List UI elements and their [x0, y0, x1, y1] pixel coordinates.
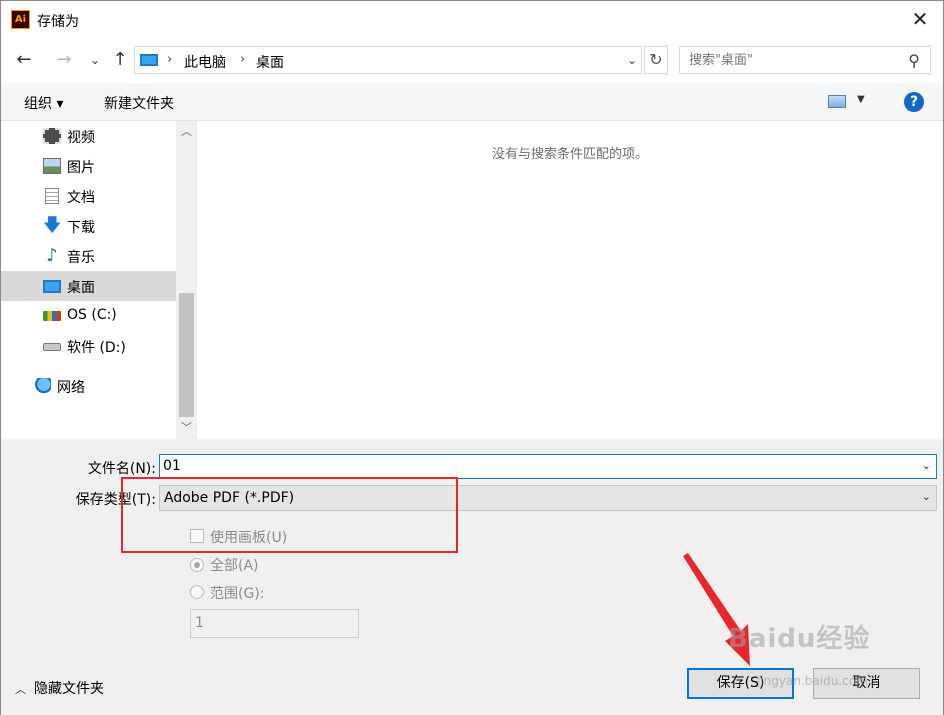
- title-bar: Ai 存储为 ✕: [1, 1, 943, 39]
- sidebar-item-documents[interactable]: 文档: [1, 181, 176, 211]
- breadcrumb-separator-icon: ›: [167, 52, 173, 67]
- drive-icon: [43, 343, 61, 351]
- forward-arrow-icon[interactable]: →: [53, 49, 75, 71]
- all-pages-label: 全部(A): [210, 558, 259, 574]
- breadcrumb-desktop[interactable]: 桌面: [256, 52, 284, 72]
- sidebar-item-downloads[interactable]: 🡇 下载: [1, 211, 176, 241]
- command-toolbar: 组织 ▾ 新建文件夹 ▼ ?: [1, 83, 943, 121]
- chevron-up-icon: ︿: [15, 683, 26, 696]
- documents-folder-icon: [45, 188, 59, 204]
- scroll-up-icon[interactable]: ︿: [176, 121, 197, 143]
- hide-folders-toggle[interactable]: ︿ 隐藏文件夹: [15, 678, 104, 698]
- sidebar-item-label: 桌面: [67, 280, 95, 296]
- sidebar-item-label: 网络: [57, 380, 85, 396]
- baidu-watermark-url: jingyan.baidu.com: [757, 674, 868, 688]
- sidebar-item-videos[interactable]: 视频: [1, 121, 176, 151]
- pictures-folder-icon: [43, 158, 61, 174]
- music-folder-icon: ♪: [46, 245, 58, 266]
- filename-label: 文件名(N):: [87, 461, 156, 477]
- range-radio[interactable]: [190, 585, 204, 599]
- help-icon[interactable]: ?: [904, 92, 924, 112]
- sidebar-item-music[interactable]: ♪ 音乐: [1, 241, 176, 271]
- navigation-pane: 视频 图片 文档 🡇 下载 ♪ 音乐 桌面 OS (C:) 软件 (D:) 网络: [1, 121, 197, 439]
- sidebar-item-label: 视频: [67, 130, 95, 146]
- refresh-icon[interactable]: ↻: [644, 46, 668, 74]
- navigation-pane-scrollbar[interactable]: ︿ ﹀: [176, 121, 197, 439]
- search-input[interactable]: [689, 48, 899, 72]
- breadcrumb-this-pc[interactable]: 此电脑: [184, 52, 226, 72]
- search-icon[interactable]: ⚲: [908, 51, 920, 70]
- annotation-highlight-box: [121, 477, 458, 553]
- filename-input[interactable]: [163, 455, 903, 477]
- desktop-folder-icon: [43, 280, 61, 293]
- sidebar-item-network[interactable]: 网络: [1, 371, 176, 401]
- downloads-folder-icon: 🡇: [43, 215, 62, 236]
- change-view-icon[interactable]: [828, 95, 846, 108]
- network-icon: [33, 378, 51, 394]
- view-options-chevron-icon[interactable]: ▼: [857, 94, 865, 105]
- organize-menu-button[interactable]: 组织 ▾: [24, 93, 63, 113]
- video-folder-icon: [43, 128, 61, 144]
- all-pages-radio[interactable]: [190, 558, 204, 572]
- recent-locations-chevron-icon[interactable]: ⌄: [84, 49, 106, 71]
- filename-combobox[interactable]: ⌄: [159, 454, 937, 479]
- up-arrow-icon[interactable]: ↑: [109, 49, 131, 71]
- filetype-dropdown-chevron-icon[interactable]: ⌄: [922, 490, 931, 503]
- hide-folders-label: 隐藏文件夹: [34, 681, 104, 697]
- sidebar-item-label: 下载: [67, 220, 95, 236]
- sidebar-item-drive-d[interactable]: 软件 (D:): [1, 331, 176, 361]
- sidebar-item-label: 音乐: [67, 250, 95, 266]
- range-field[interactable]: [190, 609, 359, 638]
- navigation-bar: ← → ⌄ ↑ › 此电脑 › 桌面 ⌄ ↻ ⚲: [1, 39, 943, 83]
- file-list-area[interactable]: 没有与搜索条件匹配的项。: [197, 121, 943, 439]
- breadcrumb-separator-icon: ›: [240, 52, 246, 67]
- baidu-watermark-logo: Baidu经验: [728, 624, 871, 654]
- window-title: 存储为: [37, 14, 79, 30]
- range-label: 范围(G):: [210, 586, 265, 602]
- this-pc-icon: [140, 54, 158, 66]
- filename-dropdown-chevron-icon[interactable]: ⌄: [922, 459, 931, 472]
- sidebar-item-label: 文档: [67, 190, 95, 206]
- sidebar-item-pictures[interactable]: 图片: [1, 151, 176, 181]
- sidebar-item-desktop[interactable]: 桌面: [1, 271, 176, 301]
- back-arrow-icon[interactable]: ←: [13, 49, 35, 71]
- address-bar[interactable]: › 此电脑 › 桌面 ⌄: [134, 46, 642, 74]
- range-input[interactable]: [195, 610, 355, 636]
- scroll-down-icon[interactable]: ﹀: [176, 417, 197, 439]
- address-dropdown-chevron-icon[interactable]: ⌄: [627, 53, 637, 67]
- sidebar-item-label: OS (C:): [67, 307, 117, 323]
- sidebar-item-label: 图片: [67, 160, 95, 176]
- save-as-dialog: Ai 存储为 ✕ ← → ⌄ ↑ › 此电脑 › 桌面 ⌄ ↻ ⚲ 组织 ▾ 新…: [0, 0, 944, 715]
- windows-drive-icon: [43, 311, 61, 321]
- illustrator-app-icon: Ai: [11, 10, 30, 29]
- new-folder-button[interactable]: 新建文件夹: [104, 93, 174, 113]
- empty-results-message: 没有与搜索条件匹配的项。: [491, 147, 648, 162]
- search-box[interactable]: ⚲: [679, 46, 931, 74]
- sidebar-item-label: 软件 (D:): [67, 340, 126, 356]
- close-icon[interactable]: ✕: [909, 9, 931, 31]
- sidebar-item-drive-c[interactable]: OS (C:): [1, 301, 176, 331]
- scrollbar-thumb[interactable]: [179, 293, 194, 417]
